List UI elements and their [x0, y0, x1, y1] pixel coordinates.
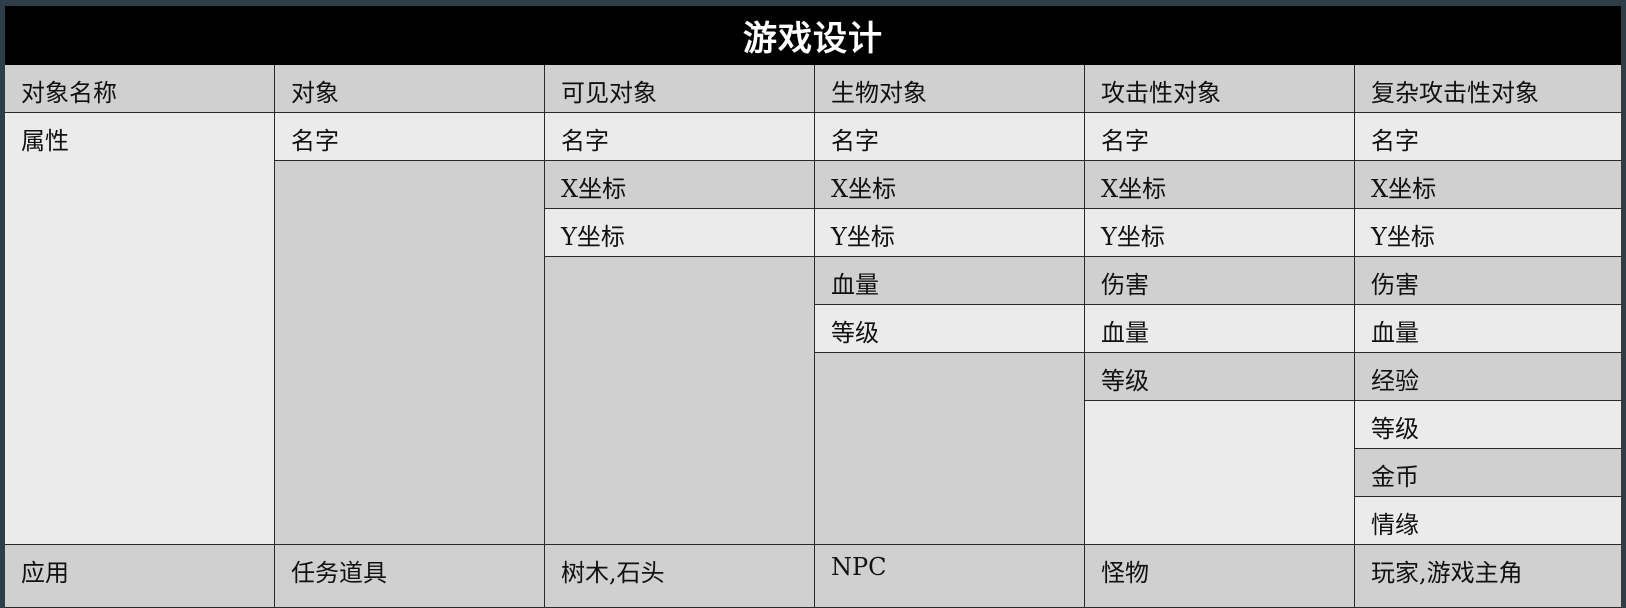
complex-attr-cell: 等级: [1355, 401, 1621, 449]
header-cell-object: 对象: [275, 65, 545, 113]
creature-empty-cell: [815, 353, 1085, 545]
table-grid: 对象名称 对象 可见对象 生物对象 攻击性对象 复杂攻击性对象 属性 名字 名字…: [5, 65, 1621, 608]
usage-label: 应用: [5, 545, 275, 608]
slide-frame: 游戏设计 对象名称 对象 可见对象 生物对象 攻击性对象 复杂攻击性对象 属性 …: [0, 0, 1626, 608]
visible-attr-cell: Y坐标: [545, 209, 815, 257]
complex-attr-cell: 金币: [1355, 449, 1621, 497]
aggressive-attr-cell: 血量: [1085, 305, 1355, 353]
attributes-label: 属性: [5, 113, 275, 545]
complex-attr-cell: 经验: [1355, 353, 1621, 401]
aggressive-empty-cell: [1085, 401, 1355, 545]
creature-attr-cell: Y坐标: [815, 209, 1085, 257]
header-cell-complex-aggressive-object: 复杂攻击性对象: [1355, 65, 1621, 113]
complex-attr-cell: 情缘: [1355, 497, 1621, 545]
creature-attr-cell: 名字: [815, 113, 1085, 161]
complex-attr-cell: 血量: [1355, 305, 1621, 353]
aggressive-attr-cell: X坐标: [1085, 161, 1355, 209]
complex-attr-cell: Y坐标: [1355, 209, 1621, 257]
aggressive-attr-cell: 名字: [1085, 113, 1355, 161]
visible-attr-cell: X坐标: [545, 161, 815, 209]
header-cell-visible-object: 可见对象: [545, 65, 815, 113]
usage-complex: 玩家,游戏主角: [1355, 545, 1621, 608]
header-cell-creature-object: 生物对象: [815, 65, 1085, 113]
header-cell-aggressive-object: 攻击性对象: [1085, 65, 1355, 113]
usage-aggressive: 怪物: [1085, 545, 1355, 608]
creature-attr-cell: X坐标: [815, 161, 1085, 209]
aggressive-attr-cell: 等级: [1085, 353, 1355, 401]
object-attr-cell: 名字: [275, 113, 545, 161]
table-title: 游戏设计: [5, 6, 1621, 65]
object-empty-cell: [275, 161, 545, 545]
creature-attr-cell: 等级: [815, 305, 1085, 353]
visible-empty-cell: [545, 257, 815, 545]
creature-attr-cell: 血量: [815, 257, 1085, 305]
usage-creature: NPC: [815, 545, 1085, 608]
complex-attr-cell: 伤害: [1355, 257, 1621, 305]
header-cell-object-name: 对象名称: [5, 65, 275, 113]
usage-object: 任务道具: [275, 545, 545, 608]
aggressive-attr-cell: 伤害: [1085, 257, 1355, 305]
game-design-table: 游戏设计 对象名称 对象 可见对象 生物对象 攻击性对象 复杂攻击性对象 属性 …: [5, 6, 1621, 608]
usage-visible: 树木,石头: [545, 545, 815, 608]
visible-attr-cell: 名字: [545, 113, 815, 161]
complex-attr-cell: 名字: [1355, 113, 1621, 161]
aggressive-attr-cell: Y坐标: [1085, 209, 1355, 257]
complex-attr-cell: X坐标: [1355, 161, 1621, 209]
